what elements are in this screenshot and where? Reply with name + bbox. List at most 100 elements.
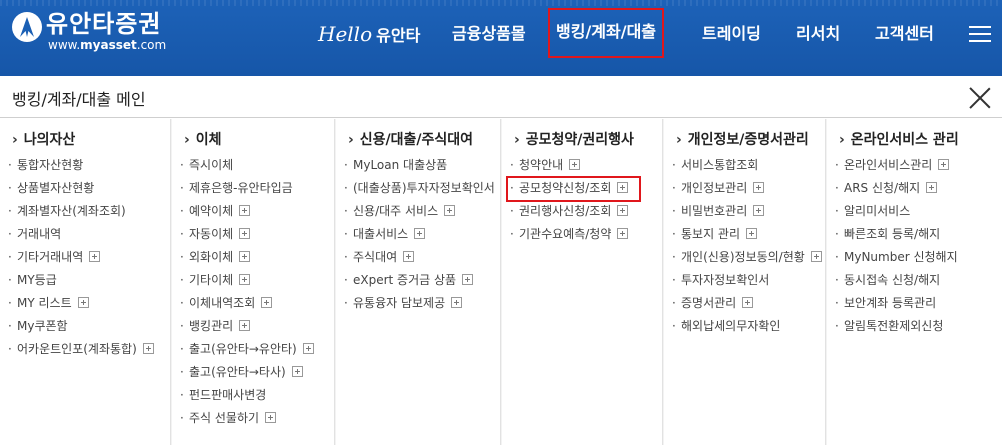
expand-plus-icon[interactable] [810,251,822,262]
column-heading[interactable]: › 개인정보/증명서관리 [676,129,809,149]
expand-plus-icon[interactable] [746,228,758,239]
menu-item[interactable]: 보안계좌 등록관리 [835,295,958,318]
expand-plus-icon[interactable] [239,205,251,216]
nav-banking-account-loan[interactable]: 뱅킹/계좌/대출 [547,8,665,58]
menu-item[interactable]: 이체내역조회 [180,295,314,318]
menu-item-label: MY등급 [17,273,57,287]
expand-plus-icon[interactable] [414,228,426,239]
menu-item[interactable]: 거래내역 [8,226,154,249]
expand-plus-icon[interactable] [617,205,629,216]
menu-item[interactable]: 자동이체 [180,226,314,249]
menu-item[interactable]: eXpert 증거금 상품 [344,272,495,295]
expand-plus-icon[interactable] [142,343,154,354]
menu-item[interactable]: 제휴은행-유안타입금 [180,180,314,203]
expand-plus-icon[interactable] [239,228,251,239]
menu-item-label: MyNumber 신청해지 [844,250,958,264]
menu-item[interactable]: 알림톡전환제외신청 [835,318,958,341]
menu-item[interactable]: 즉시이체 [180,157,314,180]
expand-plus-icon[interactable] [77,297,89,308]
menu-item[interactable]: 기관수요예측/청약 [510,226,629,249]
nav-research[interactable]: 리서치 [796,22,840,46]
menu-item[interactable]: ARS 신청/해지 [835,180,958,203]
menu-item[interactable]: 알리미서비스 [835,203,958,226]
expand-plus-icon[interactable] [451,297,463,308]
menu-item[interactable]: 주식 선물하기 [180,410,314,433]
menu-item[interactable]: 온라인서비스관리 [835,157,958,180]
menu-item[interactable]: 투자자정보확인서 [672,272,822,295]
column-heading[interactable]: › 나의자산 [12,129,75,149]
menu-item[interactable]: 비밀번호관리 [672,203,822,226]
expand-plus-icon[interactable] [89,251,101,262]
menu-item[interactable]: 외화이체 [180,249,314,272]
menu-item[interactable]: 기타이체 [180,272,314,295]
expand-plus-icon[interactable] [291,366,303,377]
nav-customer-center[interactable]: 고객센터 [875,22,934,46]
expand-plus-icon[interactable] [403,251,415,262]
menu-item[interactable]: 빠른조회 등록/해지 [835,226,958,249]
menu-item[interactable]: MY 리스트 [8,295,154,318]
expand-plus-icon[interactable] [569,159,581,170]
menu-item-label: MY 리스트 [17,296,72,310]
menu-item[interactable]: MyNumber 신청해지 [835,249,958,272]
column-heading[interactable]: › 신용/대출/주식대여 [348,129,473,149]
menu-item-label: 동시접속 신청/해지 [844,273,941,287]
menu-item[interactable]: 어카운트인포(계좌통합) [8,341,154,364]
expand-plus-icon[interactable] [261,297,273,308]
expand-plus-icon[interactable] [742,297,754,308]
menu-item[interactable]: MyLoan 대출상품 [344,157,495,180]
hamburger-menu-icon[interactable] [969,26,991,44]
expand-plus-icon[interactable] [617,228,629,239]
expand-plus-icon[interactable] [239,251,251,262]
menu-item-label: 통합자산현황 [17,158,84,172]
expand-plus-icon[interactable] [753,182,765,193]
expand-plus-icon[interactable] [302,343,314,354]
nav-financial-mall[interactable]: 금융상품몰 [452,22,526,46]
close-icon[interactable] [968,86,992,110]
expand-plus-icon[interactable] [265,412,277,423]
menu-item[interactable]: 해외납세의무자확인 [672,318,822,341]
menu-item[interactable]: 출고(유안타→유안타) [180,341,314,364]
yuanta-logo[interactable]: 유안타증권 www.myasset.com [12,10,166,56]
menu-item[interactable]: 주식대여 [344,249,495,272]
column-ipo-rights: ›공모청약/권리행사 청약안내공모청약신청/조회권리행사신청/조회기관수요예측/… [502,119,663,445]
column-heading[interactable]: › 온라인서비스 관리 [839,129,959,149]
expand-plus-icon[interactable] [938,159,950,170]
menu-item[interactable]: 신용/대주 서비스 [344,203,495,226]
expand-plus-icon[interactable] [239,274,251,285]
menu-item-label: 알리미서비스 [844,204,911,218]
menu-item[interactable]: 유통융자 담보제공 [344,295,495,318]
menu-item[interactable]: MY등급 [8,272,154,295]
menu-item[interactable]: 계좌별자산(계좌조회) [8,203,154,226]
menu-item[interactable]: 개인(신용)정보동의/현황 [672,249,822,272]
nav-trading[interactable]: 트레이딩 [702,22,761,46]
column-heading[interactable]: › 공모청약/권리행사 [514,129,634,149]
menu-item-label: 대출서비스 [353,227,409,241]
menu-item[interactable]: 통보지 관리 [672,226,822,249]
menu-item[interactable]: 상품별자산현황 [8,180,154,203]
menu-item[interactable]: 예약이체 [180,203,314,226]
expand-plus-icon[interactable] [444,205,456,216]
expand-plus-icon[interactable] [926,182,938,193]
logo-name: 유안타증권 [46,10,162,38]
menu-item[interactable]: 기타거래내역 [8,249,154,272]
expand-plus-icon[interactable] [462,274,474,285]
menu-item-label: 제휴은행-유안타입금 [189,181,293,195]
menu-item-label: 빠른조회 등록/해지 [844,227,941,241]
menu-item[interactable]: 서비스통합조회 [672,157,822,180]
menu-item[interactable]: 증명서관리 [672,295,822,318]
page-title: 뱅킹/계좌/대출 메인 [12,90,146,109]
menu-item[interactable]: (대출상품)투자자정보확인서 [344,180,495,203]
menu-item[interactable]: 뱅킹관리 [180,318,314,341]
expand-plus-icon[interactable] [753,205,765,216]
column-heading[interactable]: › 이체 [184,129,222,149]
menu-item[interactable]: 펀드판매사변경 [180,387,314,410]
menu-item[interactable]: 동시접속 신청/해지 [835,272,958,295]
menu-item[interactable]: My쿠폰함 [8,318,154,341]
menu-item[interactable]: 대출서비스 [344,226,495,249]
menu-item[interactable]: 개인정보관리 [672,180,822,203]
expand-plus-icon[interactable] [239,320,251,331]
nav-hello-yuanta[interactable]: Hello 유안타 [318,22,420,48]
menu-item[interactable]: 출고(유안타→타사) [180,364,314,387]
menu-item[interactable]: 권리행사신청/조회 [510,203,629,226]
menu-item[interactable]: 통합자산현황 [8,157,154,180]
